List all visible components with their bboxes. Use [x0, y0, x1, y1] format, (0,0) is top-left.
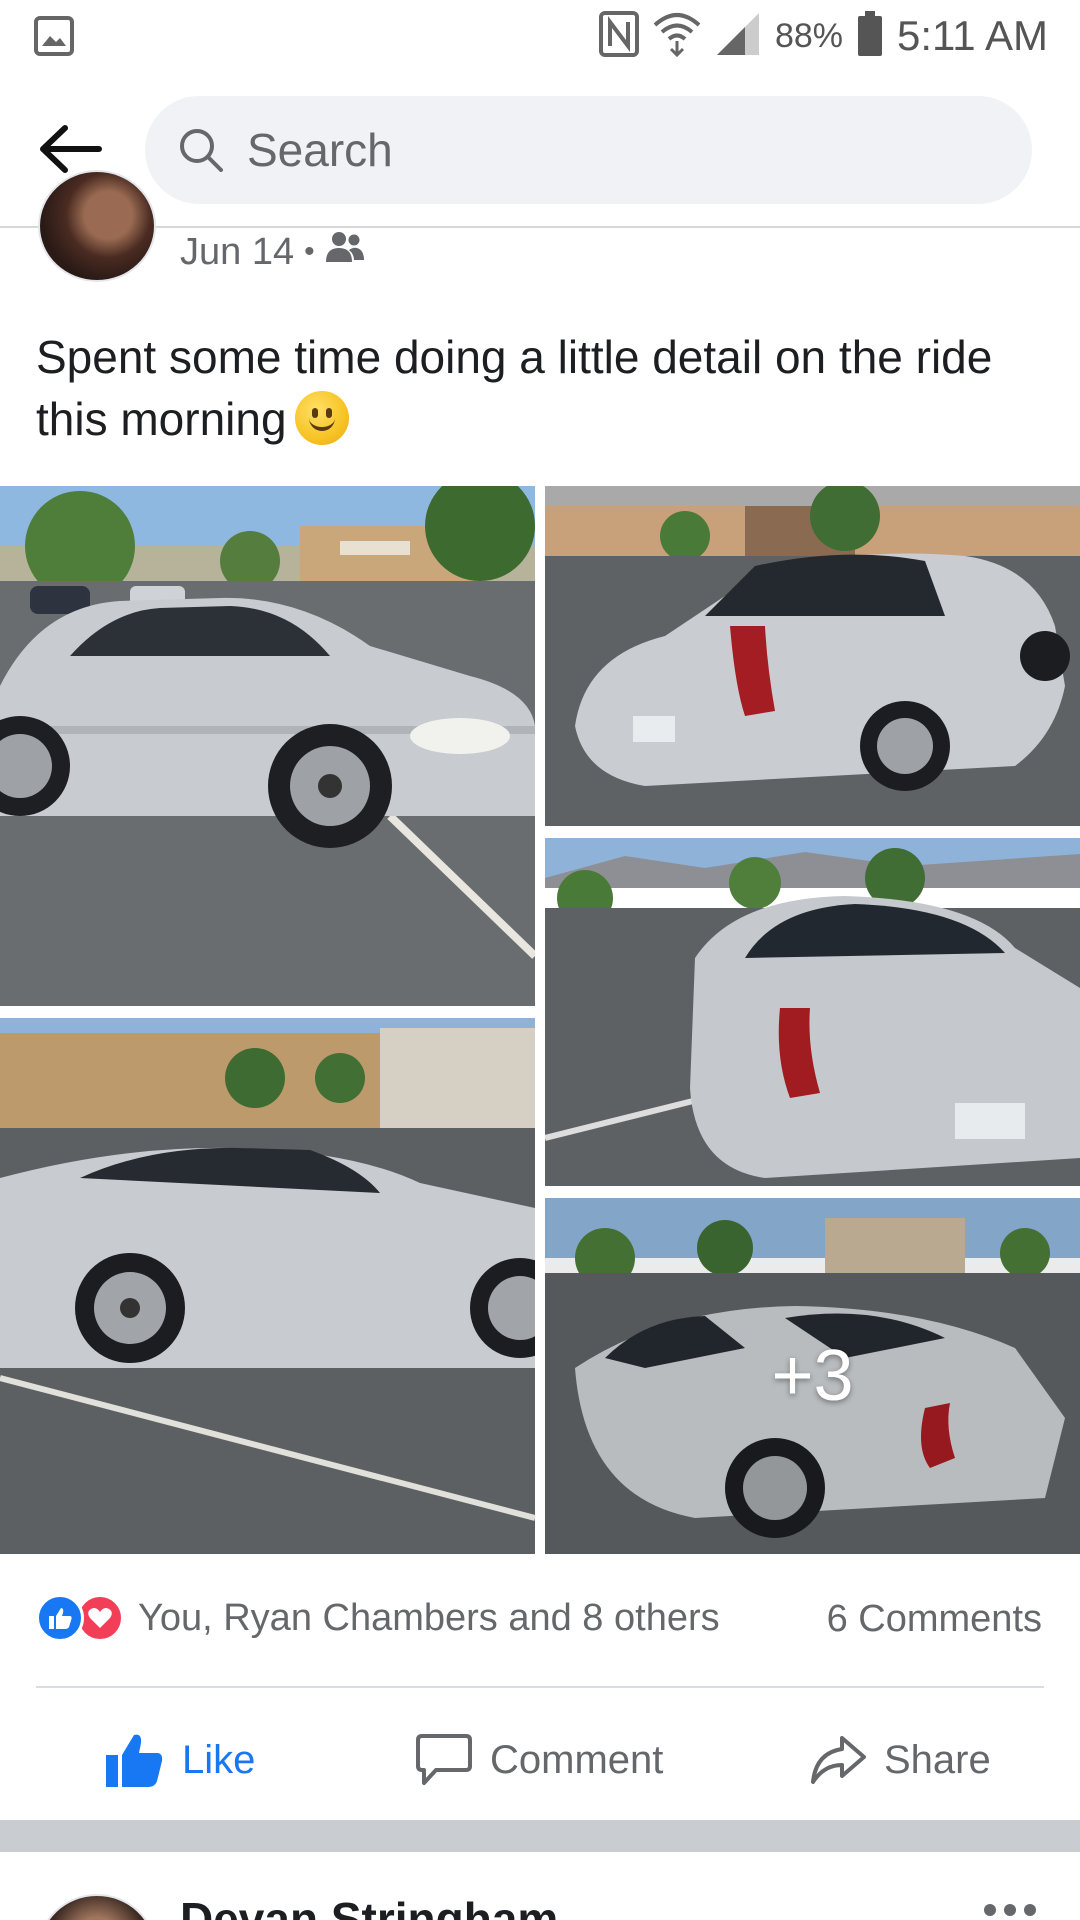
reactions-text: You, Ryan Chambers and 8 others — [138, 1596, 720, 1639]
post-meta: Jun 14 • — [180, 230, 365, 274]
search-icon — [180, 129, 223, 172]
post-text: Spent some time doing a little detail on… — [36, 326, 1046, 450]
divider — [36, 1686, 1044, 1688]
comment-icon — [416, 1734, 472, 1785]
post-photo-3[interactable] — [545, 838, 1080, 1186]
comment-label: Comment — [490, 1737, 664, 1782]
post-actions: Like Comment Share — [0, 1720, 1080, 1800]
status-bar: 88% 5:11 AM — [0, 0, 1080, 72]
battery-icon — [857, 10, 883, 62]
gallery-icon — [34, 16, 74, 56]
next-author-avatar[interactable] — [38, 1894, 156, 1920]
next-author-name[interactable]: Devan Stringham — [180, 1892, 558, 1920]
comments-count[interactable]: 6 Comments — [827, 1598, 1042, 1641]
reactions-summary[interactable]: You, Ryan Chambers and 8 others — [36, 1594, 720, 1642]
nfc-icon — [598, 10, 639, 62]
post-photo-5[interactable]: +3 — [545, 1198, 1080, 1554]
post-date[interactable]: Jun 14 — [180, 231, 294, 274]
signal-icon — [715, 11, 761, 62]
post-photo-2[interactable] — [545, 486, 1080, 826]
like-label: Like — [182, 1737, 256, 1782]
clock: 5:11 AM — [897, 12, 1048, 59]
search-header: Search — [0, 72, 1080, 228]
meta-separator: • — [304, 235, 315, 268]
like-reaction-icon — [36, 1594, 84, 1642]
friends-icon — [325, 230, 365, 274]
smiley-emoji-icon — [294, 391, 349, 445]
like-button[interactable]: Like — [104, 1720, 255, 1800]
share-label: Share — [884, 1737, 991, 1782]
back-arrow-icon — [40, 125, 102, 173]
search-placeholder: Search — [247, 124, 393, 176]
post-body: Spent some time doing a little detail on… — [36, 331, 993, 445]
feed-separator — [0, 1820, 1080, 1852]
post-photo-1[interactable] — [0, 486, 535, 1006]
battery-percent: 88% — [774, 16, 844, 55]
search-input[interactable]: Search — [145, 96, 1032, 204]
thumbs-up-icon — [106, 1734, 163, 1787]
post-photo-4[interactable] — [0, 1018, 535, 1554]
comment-button[interactable]: Comment — [416, 1720, 663, 1800]
more-options-icon[interactable] — [984, 1904, 1036, 1916]
share-icon — [811, 1736, 866, 1784]
author-avatar[interactable] — [38, 170, 156, 282]
next-post: Devan Stringham — [0, 1852, 1080, 1920]
wifi-icon — [653, 11, 701, 62]
more-photos-count[interactable]: +3 — [545, 1198, 1080, 1554]
share-button[interactable]: Share — [810, 1720, 991, 1800]
